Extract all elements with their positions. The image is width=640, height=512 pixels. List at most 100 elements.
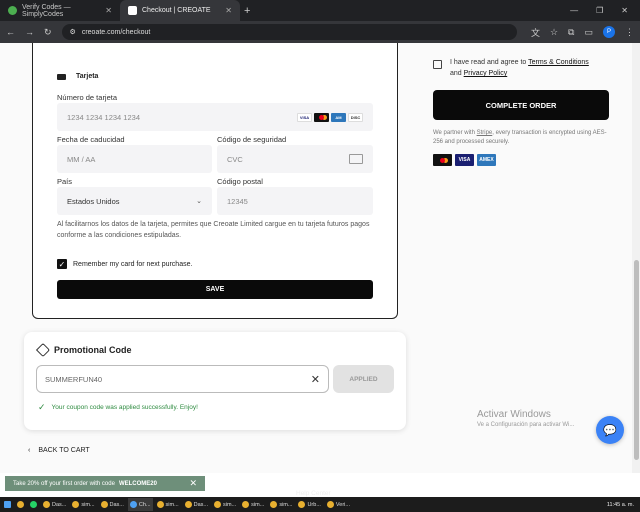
taskbar-app[interactable]: Das... <box>41 498 68 511</box>
remember-card-label: Remember my card for next purchase. <box>73 260 193 268</box>
restore-icon[interactable]: ❐ <box>596 6 603 15</box>
credit-card-icon <box>57 73 66 80</box>
back-icon[interactable]: ← <box>6 27 15 37</box>
visa-icon: VISA <box>297 112 312 122</box>
terms-checkbox[interactable] <box>433 60 442 69</box>
stripe-security-note: We partner with Stripe, every transactio… <box>433 130 607 145</box>
welcome-promo-banner: Take 20% off your first order with code … <box>5 476 205 491</box>
bookmark-star-icon[interactable]: ☆ <box>550 27 558 38</box>
card-section-title: Tarjeta <box>76 73 99 80</box>
whatsapp-taskbar-icon[interactable] <box>28 498 39 511</box>
promo-header: Promotional Code <box>35 342 132 358</box>
creoate-favicon-icon <box>128 6 137 15</box>
taskbar-app[interactable]: sim... <box>240 498 266 511</box>
save-card-button[interactable]: SAVE <box>57 280 373 299</box>
profile-avatar[interactable]: P <box>603 26 615 38</box>
tab-title: Checkout | CREOATE <box>142 7 211 14</box>
security-code-label: Código de seguridad <box>217 135 287 144</box>
close-tab-icon[interactable]: ✕ <box>105 6 112 15</box>
chevron-down-icon: ⌄ <box>196 198 202 205</box>
card-brands: VISA AM DISC <box>297 112 363 122</box>
checkmark-icon: ✓ <box>38 402 46 412</box>
card-disclaimer: Al facilitarnos los datos de la tarjeta,… <box>57 221 370 239</box>
country-select[interactable]: Estados Unidos ⌄ <box>57 187 212 215</box>
windows-activation-watermark: Activar Windows Ve a Configuración para … <box>477 409 575 428</box>
taskbar-app[interactable]: Das... <box>183 498 210 511</box>
expiry-input[interactable]: MM / AA <box>57 145 212 173</box>
remember-card-row[interactable]: ✓ Remember my card for next purchase. <box>57 259 192 269</box>
url-field[interactable]: ⚙ creoate.com/checkout <box>61 24 517 40</box>
terms-conditions-link[interactable]: Terms & Conditions <box>528 59 589 66</box>
cvc-input[interactable]: CVC <box>217 145 373 173</box>
terms-text: I have read and agree to Terms & Conditi… <box>450 59 589 78</box>
expiry-label: Fecha de caducidad <box>57 135 125 144</box>
amex-icon: AM <box>331 112 346 122</box>
applied-button[interactable]: APPLIED <box>333 365 394 393</box>
tab-simplycodes[interactable]: Verify Codes — SimplyCodes ✕ <box>0 0 120 21</box>
visa-icon: VISA <box>455 154 474 166</box>
taskbar-clock[interactable]: 11:45 a. m. <box>607 502 638 508</box>
mastercard-icon <box>314 112 329 122</box>
taskbar-app-active[interactable]: Ch... <box>127 498 153 511</box>
promo-success-message: ✓ Your coupon code was applied successfu… <box>38 402 198 412</box>
taskbar-app[interactable]: sim... <box>268 498 294 511</box>
minimize-icon[interactable]: — <box>570 6 578 15</box>
card-number-input[interactable]: 1234 1234 1234 1234 VISA AM DISC <box>57 103 373 131</box>
postal-code-input[interactable]: 12345 <box>217 187 373 215</box>
close-window-icon[interactable]: ✕ <box>621 6 628 15</box>
taskbar-app[interactable]: Urb... <box>296 498 322 511</box>
back-to-cart-link[interactable]: ‹ BACK TO CART <box>28 447 90 454</box>
taskbar-app[interactable]: Veri... <box>325 498 352 511</box>
accepted-payments: VISA AMEX <box>433 154 496 166</box>
help-center-link[interactable]: Help Center <box>296 490 331 497</box>
clear-code-icon[interactable]: ✕ <box>311 373 320 386</box>
chat-support-icon[interactable]: 💬 <box>596 416 624 444</box>
tab-title: Verify Codes — SimplyCodes <box>22 3 71 18</box>
card-number-label: Número de tarjeta <box>57 93 118 102</box>
tag-icon <box>35 342 51 358</box>
country-label: País <box>57 177 73 186</box>
postal-code-label: Código postal <box>217 177 263 186</box>
tab-checkout[interactable]: Checkout | CREOATE ✕ <box>120 0 240 21</box>
menu-icon[interactable]: ⋮ <box>625 27 634 38</box>
site-info-icon[interactable]: ⚙ <box>70 28 76 36</box>
promo-code-card: Promotional Code SUMMERFUN40 ✕ APPLIED ✓… <box>24 332 406 430</box>
new-tab-icon[interactable]: + <box>244 5 250 17</box>
chevron-left-icon: ‹ <box>28 447 31 454</box>
forward-icon[interactable]: → <box>25 27 34 37</box>
taskbar-app[interactable]: sim... <box>155 498 181 511</box>
sidebar-icon[interactable]: ▭ <box>584 27 593 38</box>
cvc-card-icon <box>349 154 363 164</box>
address-bar-row: ← → ↻ ⚙ creoate.com/checkout 文 ☆ ⧉ ▭ P ⋮ <box>0 21 640 43</box>
taskbar-app[interactable]: sim... <box>212 498 238 511</box>
close-banner-icon[interactable]: ✕ <box>189 478 197 489</box>
chrome-taskbar-icon[interactable] <box>15 498 26 511</box>
scrollbar-thumb[interactable] <box>634 260 639 460</box>
amex-icon: AMEX <box>477 154 496 166</box>
translate-icon[interactable]: 文 <box>531 26 540 39</box>
reload-icon[interactable]: ↻ <box>44 27 52 38</box>
close-tab-icon[interactable]: ✕ <box>225 6 232 15</box>
simplycodes-favicon-icon <box>8 6 17 15</box>
url-text: creoate.com/checkout <box>81 28 151 36</box>
checkout-page: Tarjeta Número de tarjeta 1234 1234 1234… <box>0 43 640 473</box>
extensions-icon[interactable]: ⧉ <box>568 27 574 38</box>
terms-row: I have read and agree to Terms & Conditi… <box>433 57 589 79</box>
discover-icon: DISC <box>348 112 363 122</box>
card-section-header: Tarjeta <box>57 73 98 80</box>
remember-card-checkbox[interactable]: ✓ <box>57 259 67 269</box>
complete-order-button[interactable]: COMPLETE ORDER <box>433 90 609 120</box>
privacy-policy-link[interactable]: Privacy Policy <box>464 70 508 77</box>
windows-taskbar: Das... sim... Das... Ch... sim... Das...… <box>0 497 640 512</box>
taskbar-app[interactable]: Das... <box>99 498 126 511</box>
card-payment-form: Tarjeta Número de tarjeta 1234 1234 1234… <box>32 43 398 319</box>
mastercard-icon <box>433 154 452 166</box>
welcome-code: WELCOME20 <box>118 480 157 487</box>
stripe-link[interactable]: Stripe <box>477 130 493 136</box>
promo-code-input[interactable]: SUMMERFUN40 ✕ <box>36 365 329 393</box>
taskbar-app[interactable]: sim... <box>70 498 96 511</box>
window-controls: — ❐ ✕ <box>570 0 640 21</box>
start-icon[interactable] <box>2 498 13 511</box>
promo-title: Promotional Code <box>54 345 132 355</box>
browser-tab-bar: Verify Codes — SimplyCodes ✕ Checkout | … <box>0 0 640 21</box>
